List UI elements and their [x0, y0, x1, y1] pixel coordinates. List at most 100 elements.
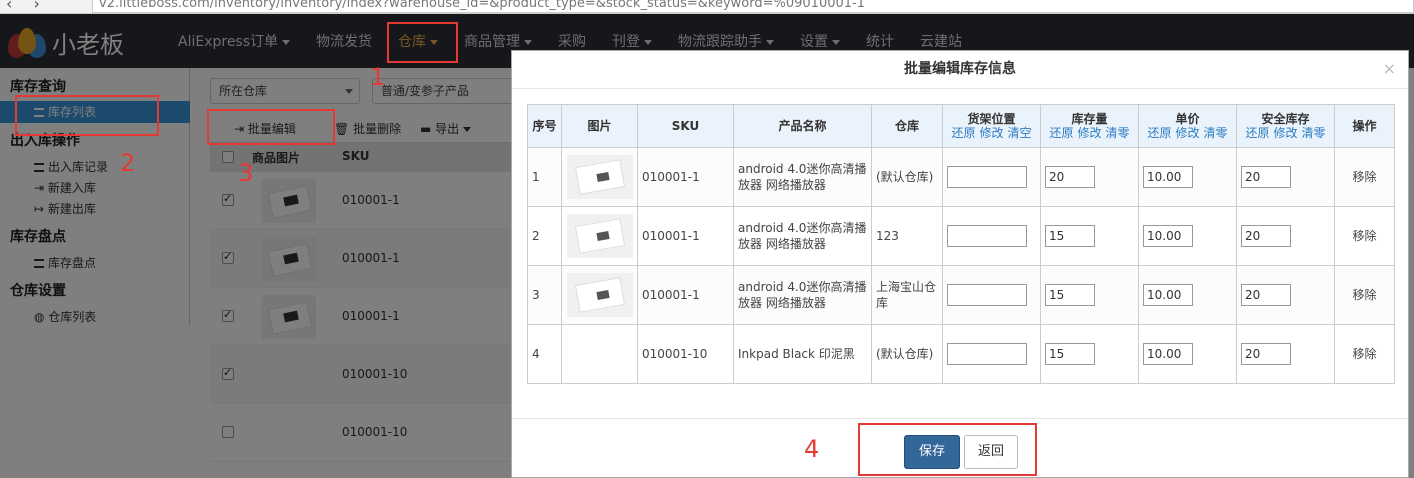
- cell-sku: 010001-1: [637, 265, 734, 325]
- column-header-stock: 库存量 还原 修改 清零: [1040, 104, 1139, 148]
- remove-link[interactable]: 移除: [1334, 265, 1395, 325]
- price-restore-link[interactable]: 还原: [1147, 126, 1171, 140]
- cell-image: [561, 147, 638, 207]
- price-input[interactable]: 10.00: [1143, 284, 1193, 306]
- annotation-box-save: [858, 423, 1037, 476]
- cell-price: 10.00: [1138, 147, 1237, 207]
- safety-stock-input[interactable]: 20: [1241, 166, 1291, 188]
- cell-index: 1: [527, 147, 562, 207]
- shelf-input[interactable]: [947, 225, 1027, 247]
- cell-product-name: android 4.0迷你高清播放器 网络播放器: [733, 206, 872, 266]
- back-forward-icon[interactable]: ‹ ›: [6, 0, 48, 13]
- cell-stock: 15: [1040, 206, 1139, 266]
- cell-index: 3: [527, 265, 562, 325]
- safety-restore-link[interactable]: 还原: [1245, 126, 1269, 140]
- column-header-ops: 操作: [1334, 104, 1395, 148]
- safety-stock-input[interactable]: 20: [1241, 284, 1291, 306]
- safety-stock-input[interactable]: 20: [1241, 225, 1291, 247]
- cell-safety-stock: 20: [1236, 324, 1335, 384]
- annotation-number-3: 3: [238, 159, 254, 187]
- shelf-input[interactable]: [947, 284, 1027, 306]
- browser-toolbar: ‹ › v2.littleboss.com/inventory/inventor…: [0, 0, 1414, 14]
- cell-safety-stock: 20: [1236, 265, 1335, 325]
- stock-header-label: 库存量: [1071, 112, 1108, 126]
- annotation-box-warehouse-menu: [387, 22, 458, 63]
- cell-stock: 15: [1040, 324, 1139, 384]
- cell-shelf: [942, 147, 1041, 207]
- batch-edit-table: 序号 图片 SKU 产品名称 仓库 货架位置 还原 修改 清空 库存量 还原 修改 清零…: [527, 104, 1395, 384]
- price-input[interactable]: 10.00: [1143, 225, 1193, 247]
- column-header-image: 图片: [561, 104, 638, 148]
- cell-product-name: android 4.0迷你高清播放器 网络播放器: [733, 265, 872, 325]
- column-header-name: 产品名称: [733, 104, 872, 148]
- modal-title: 批量编辑库存信息: [512, 51, 1408, 89]
- product-image: [566, 273, 633, 317]
- stock-input[interactable]: 15: [1045, 343, 1095, 365]
- cell-index: 2: [527, 206, 562, 266]
- page-edge-mark: |: [1409, 140, 1414, 154]
- stock-input[interactable]: 15: [1045, 284, 1095, 306]
- stock-input[interactable]: 15: [1045, 225, 1095, 247]
- remove-link[interactable]: 移除: [1334, 324, 1395, 384]
- column-header-shelf: 货架位置 还原 修改 清空: [942, 104, 1041, 148]
- annotation-number-2: 2: [120, 149, 136, 177]
- safety-stock-input[interactable]: 20: [1241, 343, 1291, 365]
- column-header-price: 单价 还原 修改 清零: [1138, 104, 1237, 148]
- cell-index: 4: [527, 324, 562, 384]
- cell-sku: 010001-1: [637, 147, 734, 207]
- stock-zero-link[interactable]: 清零: [1106, 126, 1130, 140]
- shelf-input[interactable]: [947, 343, 1027, 365]
- cell-price: 10.00: [1138, 324, 1237, 384]
- shelf-input[interactable]: [947, 166, 1027, 188]
- address-bar[interactable]: v2.littleboss.com/inventory/inventory/in…: [92, 0, 1414, 13]
- annotation-box-inventory-list: [15, 95, 159, 136]
- close-icon[interactable]: ×: [1383, 59, 1396, 78]
- annotation-number-4: 4: [804, 435, 820, 463]
- safety-modify-link[interactable]: 修改: [1273, 126, 1297, 140]
- shelf-header-label: 货架位置: [967, 112, 1016, 126]
- remove-link[interactable]: 移除: [1334, 147, 1395, 207]
- remove-link[interactable]: 移除: [1334, 206, 1395, 266]
- cell-image: [561, 265, 638, 325]
- cell-safety-stock: 20: [1236, 147, 1335, 207]
- safety-zero-link[interactable]: 清零: [1302, 126, 1326, 140]
- cell-shelf: [942, 265, 1041, 325]
- cell-stock: 20: [1040, 147, 1139, 207]
- stock-input[interactable]: 20: [1045, 166, 1095, 188]
- cell-image: [561, 206, 638, 266]
- cell-warehouse: (默认仓库): [871, 147, 943, 207]
- cell-shelf: [942, 206, 1041, 266]
- batch-edit-modal: 批量编辑库存信息 × 序号 图片 SKU 产品名称 仓库 货架位置 还原 修改 清空…: [511, 50, 1409, 478]
- cell-warehouse: (默认仓库): [871, 324, 943, 384]
- price-zero-link[interactable]: 清零: [1204, 126, 1228, 140]
- cell-sku: 010001-10: [637, 324, 734, 384]
- shelf-modify-link[interactable]: 修改: [979, 126, 1003, 140]
- table-row: 3 010001-1 android 4.0迷你高清播放器 网络播放器 上海宝山仓库 1…: [527, 265, 1395, 325]
- price-modify-link[interactable]: 修改: [1175, 126, 1199, 140]
- safety-header-label: 安全库存: [1261, 112, 1310, 126]
- cell-sku: 010001-1: [637, 206, 734, 266]
- table-header-row: 序号 图片 SKU 产品名称 仓库 货架位置 还原 修改 清空 库存量 还原 修改 清零…: [527, 104, 1395, 148]
- annotation-number-1: 1: [370, 63, 386, 91]
- shelf-clear-link[interactable]: 清空: [1008, 126, 1032, 140]
- price-input[interactable]: 10.00: [1143, 166, 1193, 188]
- cell-product-name: Inkpad Black 印泥黑: [733, 324, 872, 384]
- cell-shelf: [942, 324, 1041, 384]
- annotation-box-batch-edit: [207, 109, 335, 145]
- price-header-label: 单价: [1175, 112, 1200, 126]
- table-row: 1 010001-1 android 4.0迷你高清播放器 网络播放器 (默认仓库) 2…: [527, 147, 1395, 207]
- cell-product-name: android 4.0迷你高清播放器 网络播放器: [733, 147, 872, 207]
- price-input[interactable]: 10.00: [1143, 343, 1193, 365]
- product-image: [566, 155, 633, 199]
- shelf-restore-link[interactable]: 还原: [951, 126, 975, 140]
- table-row: 4 010001-10 Inkpad Black 印泥黑 (默认仓库) 15 10.00 2…: [527, 324, 1395, 384]
- cell-price: 10.00: [1138, 206, 1237, 266]
- stock-modify-link[interactable]: 修改: [1077, 126, 1101, 140]
- cell-safety-stock: 20: [1236, 206, 1335, 266]
- cell-warehouse: 上海宝山仓库: [871, 265, 943, 325]
- column-header-sku: SKU: [637, 104, 734, 148]
- table-row: 2 010001-1 android 4.0迷你高清播放器 网络播放器 123 15 10…: [527, 206, 1395, 266]
- stock-restore-link[interactable]: 还原: [1049, 126, 1073, 140]
- cell-stock: 15: [1040, 265, 1139, 325]
- cell-warehouse: 123: [871, 206, 943, 266]
